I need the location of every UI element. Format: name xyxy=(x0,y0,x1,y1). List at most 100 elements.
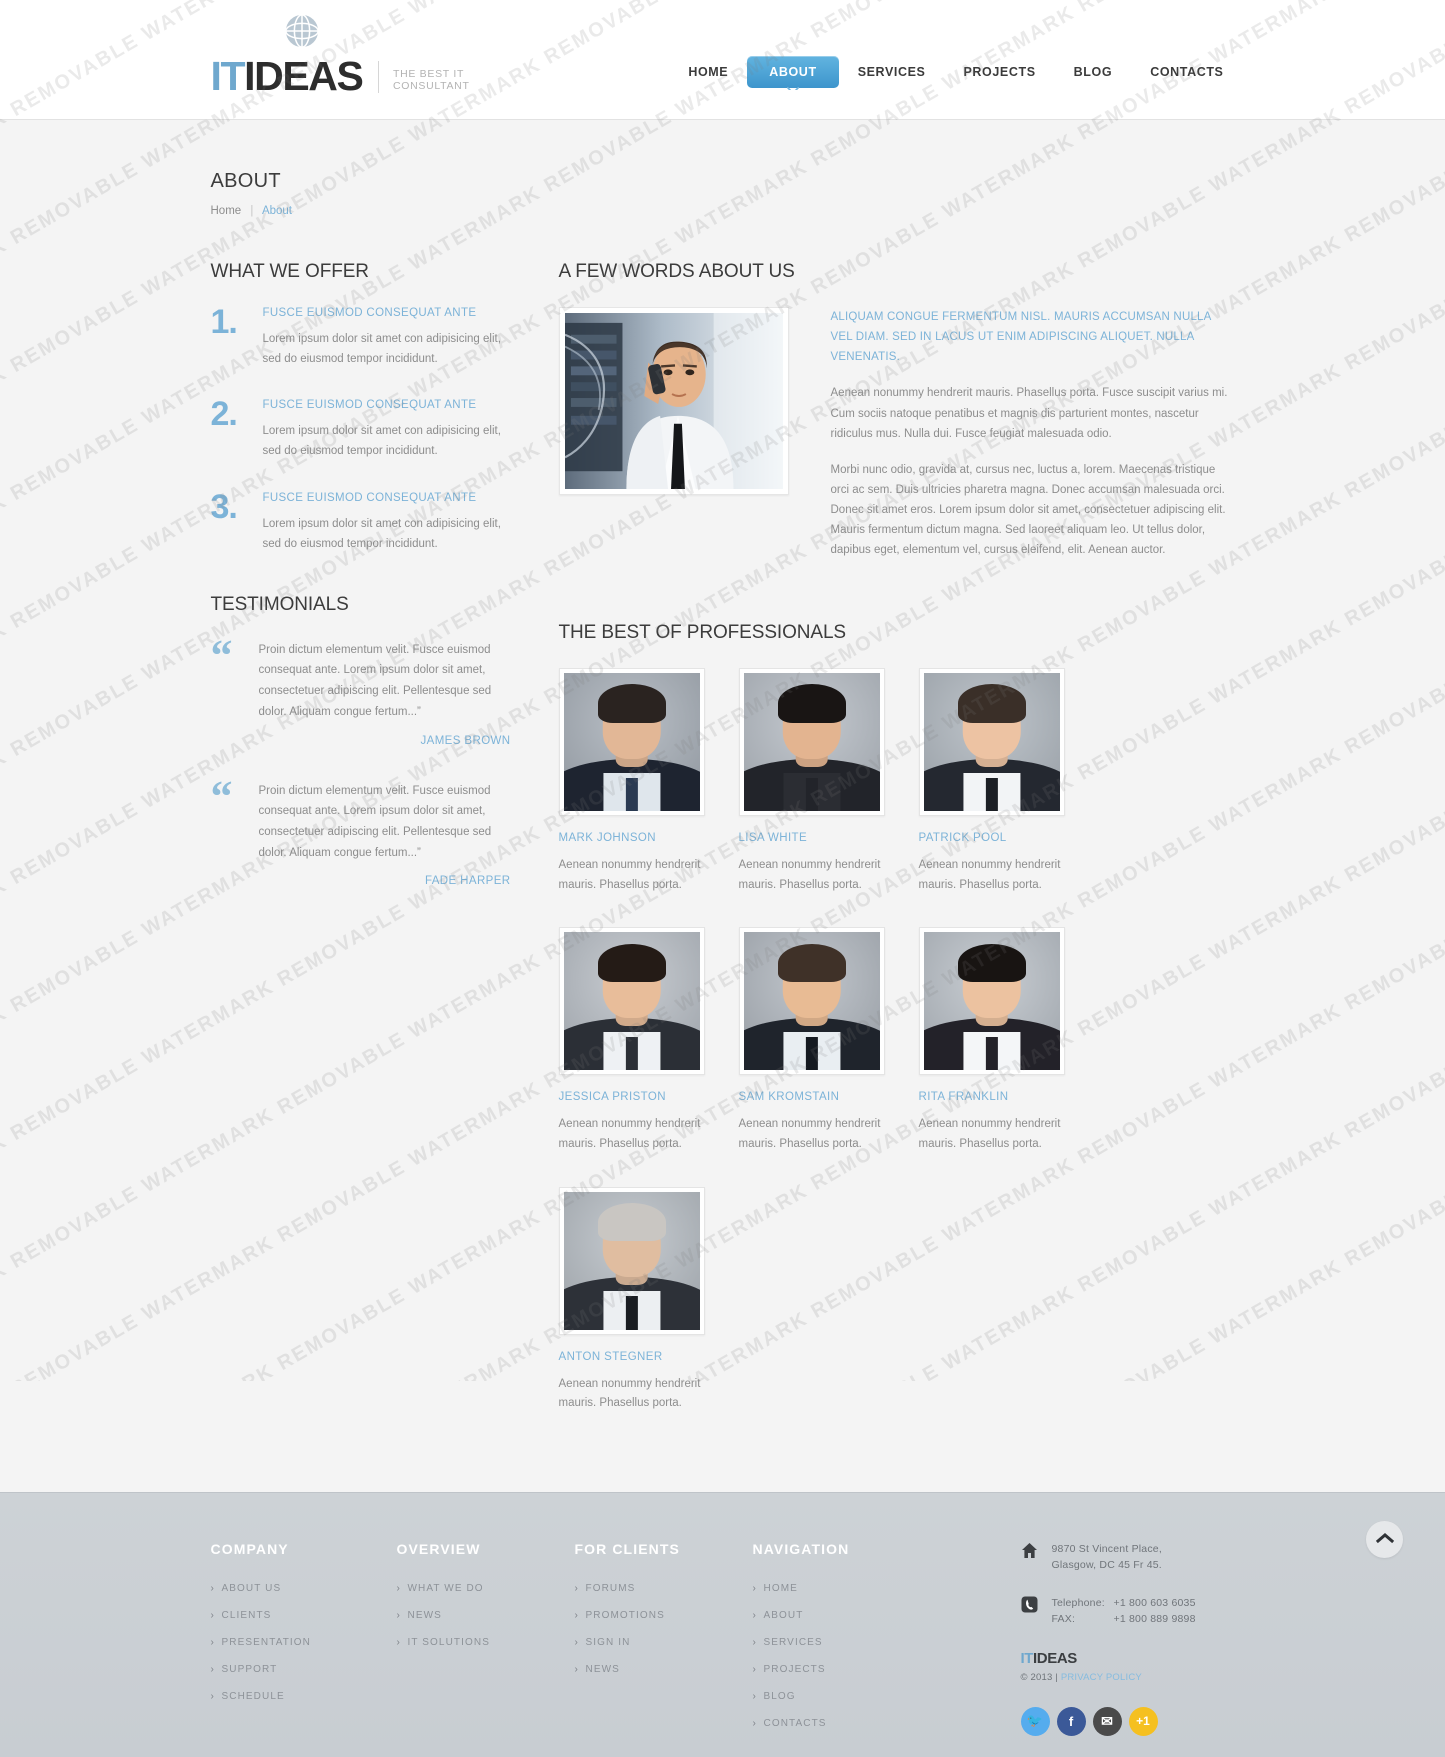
offer-number: 2. xyxy=(210,395,238,434)
team-member-photo xyxy=(738,668,885,817)
footer-link[interactable]: › BLOG xyxy=(753,1691,1021,1702)
offer-number: 3. xyxy=(210,487,238,526)
footer-link[interactable]: › PROJECTS xyxy=(753,1664,1021,1675)
quote-icon: “ xyxy=(210,771,233,821)
breadcrumb-current: About xyxy=(261,205,293,217)
offer-title[interactable]: FUSCE EUISMOD CONSEQUAT ANTE xyxy=(263,399,511,411)
nav-item-about[interactable]: ABOUT xyxy=(747,56,839,90)
testimonial-item: “ Proin dictum elementum velit. Fusce eu… xyxy=(210,771,511,887)
footer-link[interactable]: › NEWS xyxy=(575,1664,753,1675)
footer-logo-ideas: IDEAS xyxy=(1033,1649,1077,1667)
breadcrumb-home[interactable]: Home xyxy=(211,205,242,217)
quote-icon: “ xyxy=(210,630,233,680)
scroll-to-top-button[interactable] xyxy=(1366,1520,1403,1558)
footer-link[interactable]: › SCHEDULE xyxy=(211,1691,397,1702)
footer-link[interactable]: › ABOUT xyxy=(753,1610,1021,1621)
logo-tagline: THE BEST IT CONSULTANT xyxy=(392,67,470,92)
footer-link[interactable]: › HOME xyxy=(753,1583,1021,1594)
nav-item-home[interactable]: HOME xyxy=(669,56,747,88)
team-member-photo xyxy=(558,927,705,1076)
nav-item-about-label: ABOUT xyxy=(769,65,817,79)
footer-link-label: FORUMS xyxy=(585,1582,636,1594)
team-member-photo xyxy=(558,668,705,817)
testimonials-section: TESTIMONIALS “ Proin dictum elementum ve… xyxy=(211,594,511,888)
footer-link-label: HOME xyxy=(763,1582,798,1594)
chevron-up-icon xyxy=(1375,1532,1394,1547)
footer-link[interactable]: › WHAT WE DO xyxy=(397,1583,575,1594)
home-icon xyxy=(1021,1542,1038,1559)
logo-divider xyxy=(378,60,379,93)
phone-label: Telephone: xyxy=(1051,1597,1105,1610)
team-member-name[interactable]: RITA FRANKLIN xyxy=(919,1091,1099,1103)
team-member-name[interactable]: MARK JOHNSON xyxy=(559,832,739,844)
team-member-description: Aenean nonummy hendrerit mauris. Phasell… xyxy=(558,1377,701,1410)
chevron-right-icon: › xyxy=(210,1636,215,1648)
googleplus-icon[interactable]: +1 xyxy=(1128,1706,1158,1736)
about-image xyxy=(558,307,789,495)
footer-link-label: SUPPORT xyxy=(221,1663,278,1675)
testimonial-text: Proin dictum elementum velit. Fusce euis… xyxy=(258,784,492,859)
chevron-right-icon: › xyxy=(210,1690,215,1702)
chevron-right-icon: › xyxy=(574,1582,579,1594)
chevron-right-icon: › xyxy=(396,1636,401,1648)
footer-link-label: NEWS xyxy=(585,1663,620,1675)
twitter-icon[interactable]: 🐦 xyxy=(1020,1706,1050,1736)
footer-column-navigation: NAVIGATION › HOME › ABOUT › SERVICES › PROJECTS… xyxy=(753,1541,1021,1745)
nav-item-blog[interactable]: BLOG xyxy=(1055,56,1132,88)
chevron-right-icon: › xyxy=(210,1609,215,1621)
team-member-name[interactable]: PATRICK POOL xyxy=(919,832,1099,844)
team-member-description: Aenean nonummy hendrerit mauris. Phasell… xyxy=(918,1118,1061,1151)
footer-link[interactable]: › FORUMS xyxy=(575,1583,753,1594)
offer-title[interactable]: FUSCE EUISMOD CONSEQUAT ANTE xyxy=(263,492,511,504)
team-member-name[interactable]: LISA WHITE xyxy=(739,832,919,844)
footer-link[interactable]: › CONTACTS xyxy=(753,1718,1021,1729)
footer-link-label: SIGN IN xyxy=(585,1636,631,1648)
footer-link[interactable]: › IT SOLUTIONS xyxy=(397,1637,575,1648)
footer-link-label: PRESENTATION xyxy=(221,1636,312,1648)
footer-link[interactable]: › SUPPORT xyxy=(211,1664,397,1675)
footer-link[interactable]: › CLIENTS xyxy=(211,1610,397,1621)
nav-item-contacts[interactable]: CONTACTS xyxy=(1131,56,1242,88)
social-links[interactable]: 🐦 f ✉ +1 xyxy=(1020,1706,1271,1736)
team-member: RITA FRANKLIN Aenean nonummy hendrerit ma… xyxy=(918,927,1099,1154)
offer-text: Lorem ipsum dolor sit amet con adipisici… xyxy=(262,517,501,550)
testimonial-text: Proin dictum elementum velit. Fusce euis… xyxy=(258,643,492,718)
footer-link-label: SERVICES xyxy=(763,1636,823,1648)
footer-link[interactable]: › ABOUT US xyxy=(211,1583,397,1594)
privacy-policy-link[interactable]: PRIVACY POLICY xyxy=(1061,1672,1142,1683)
nav-item-services[interactable]: SERVICES xyxy=(839,56,945,88)
offer-text: Lorem ipsum dolor sit amet con adipisici… xyxy=(262,333,501,366)
team-member-name[interactable]: SAM KROMSTAIN xyxy=(739,1091,919,1103)
footer-link[interactable]: › PROMOTIONS xyxy=(575,1610,753,1621)
offer-item: 1. FUSCE EUISMOD CONSEQUAT ANTE Lorem ip… xyxy=(210,303,511,369)
footer-logo[interactable]: ITIDEAS xyxy=(1021,1650,1271,1667)
team-member-name[interactable]: ANTON STEGNER xyxy=(559,1351,739,1363)
footer-address: 9870 St Vincent Place, Glasgow, DC 45 Fr… xyxy=(1021,1541,1271,1574)
chevron-right-icon: › xyxy=(396,1582,401,1594)
team-member: PATRICK POOL Aenean nonummy hendrerit mau… xyxy=(918,668,1099,895)
footer-link-label: PROJECTS xyxy=(763,1663,826,1675)
email-icon[interactable]: ✉ xyxy=(1092,1706,1122,1736)
footer-column-title: NAVIGATION xyxy=(752,1540,850,1557)
team-member-photo xyxy=(738,927,885,1076)
footer-link[interactable]: › SERVICES xyxy=(753,1637,1021,1648)
footer-logo-it: IT xyxy=(1020,1649,1034,1667)
footer-link-label: ABOUT xyxy=(763,1609,804,1621)
team-member-name[interactable]: JESSICA PRISTON xyxy=(559,1091,739,1103)
footer-link[interactable]: › SIGN IN xyxy=(575,1637,753,1648)
main-navigation[interactable]: HOME ABOUT SERVICES PROJECTS BLOG CONTAC… xyxy=(669,56,1242,90)
footer-link[interactable]: › PRESENTATION xyxy=(211,1637,397,1648)
site-footer: COMPANY › ABOUT US › CLIENTS › PRESENTATION › S… xyxy=(0,1491,1445,1757)
footer-link-label: NEWS xyxy=(407,1609,442,1621)
team-member-photo xyxy=(918,668,1065,817)
nav-item-projects[interactable]: PROJECTS xyxy=(944,56,1054,88)
offer-number: 1. xyxy=(210,303,238,341)
logo-text-it: IT xyxy=(210,53,246,99)
team-member-description: Aenean nonummy hendrerit mauris. Phasell… xyxy=(558,1118,701,1151)
offer-title[interactable]: FUSCE EUISMOD CONSEQUAT ANTE xyxy=(263,307,511,319)
team-member-description: Aenean nonummy hendrerit mauris. Phasell… xyxy=(738,1118,881,1151)
facebook-icon[interactable]: f xyxy=(1056,1706,1086,1736)
footer-link-label: WHAT WE DO xyxy=(407,1582,484,1594)
footer-link[interactable]: › NEWS xyxy=(397,1610,575,1621)
chevron-right-icon: › xyxy=(574,1609,579,1621)
